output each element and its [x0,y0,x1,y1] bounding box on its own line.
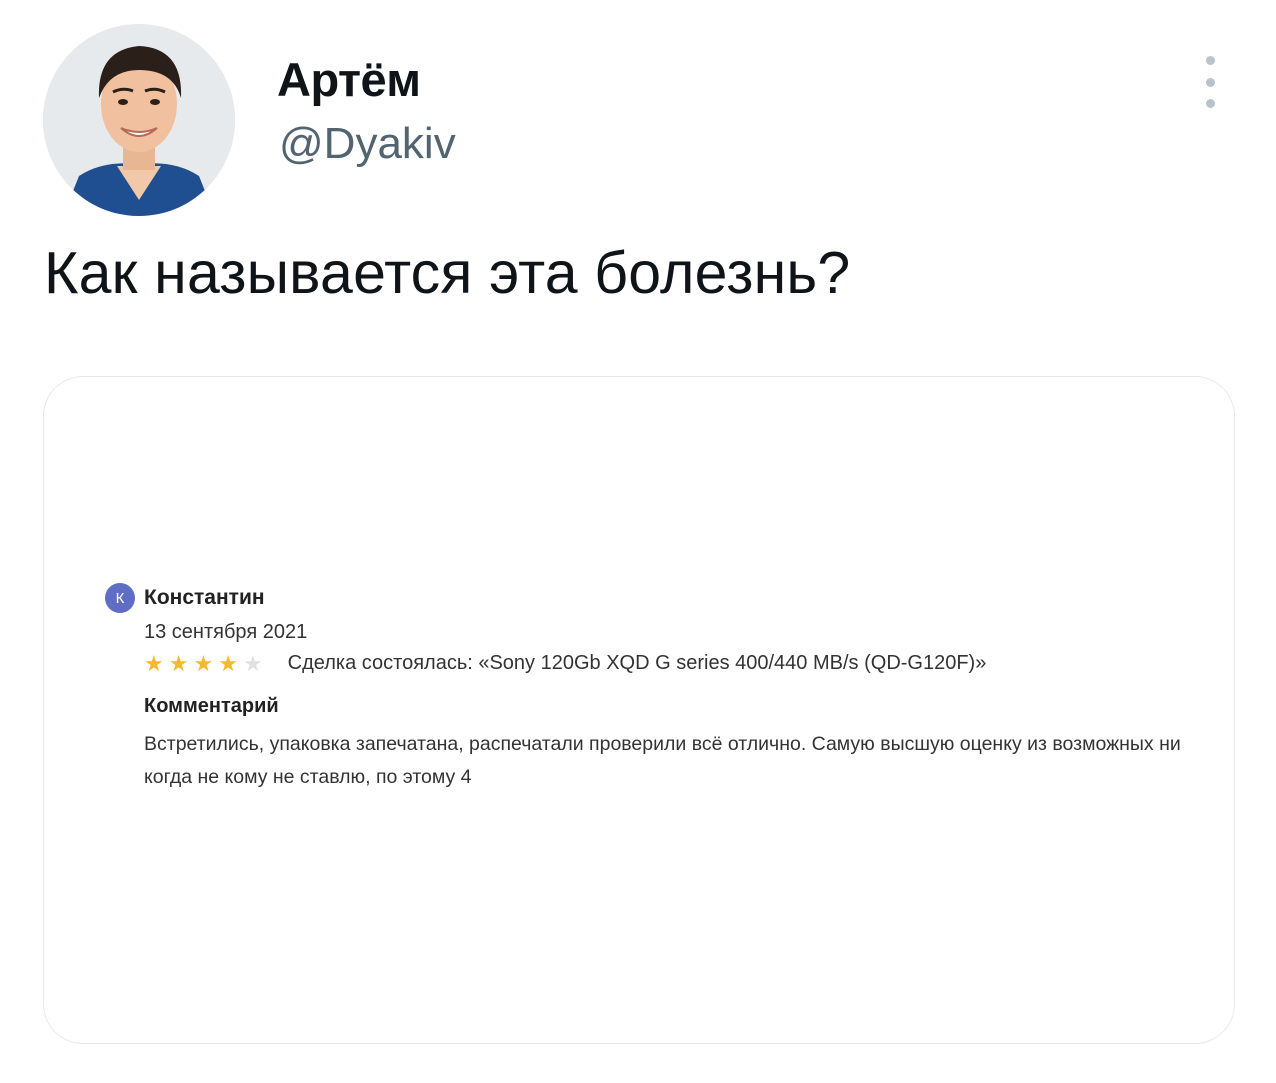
author-photo [43,24,235,216]
reviewer-name: Константин [144,586,265,609]
more-vertical-icon[interactable] [1196,56,1224,108]
deal-text: Сделка состоялась: «Sony 120Gb XQD G ser… [287,652,987,674]
author-handle[interactable]: @Dyakiv [279,119,456,168]
comment-heading: Комментарий [144,695,279,717]
review-rating-line: ★ ★ ★ ★ ★ Сделка состоялась: «Sony 120Gb XQD… [144,652,1185,675]
star-filled-icon: ★ [193,650,214,676]
author-name[interactable]: Артём [277,54,421,106]
star-empty-icon: ★ [242,650,263,676]
comment-text: Встретились, упаковка запечатана, распеч… [144,733,1181,788]
star-rating: ★ ★ ★ ★ ★ [144,650,268,676]
review-screenshot: К Константин 13 сентября 2021 ★ ★ ★ ★ ★ Сдел… [105,583,1185,794]
star-filled-icon: ★ [218,650,238,676]
menu-dot [1205,99,1215,108]
menu-dot [1205,56,1215,65]
review-header: К Константин [105,583,1185,613]
tweet-text: Как называется эта болезнь? [44,240,851,306]
review-date: 13 сентября 2021 [144,621,308,643]
star-filled-icon: ★ [168,650,189,676]
menu-dot [1205,77,1215,87]
star-filled-icon: ★ [144,650,164,676]
reviewer-avatar: К [105,583,135,613]
tweet-media-card[interactable]: К Константин 13 сентября 2021 ★ ★ ★ ★ ★ Сдел… [43,376,1235,1044]
author-avatar[interactable] [43,24,235,216]
